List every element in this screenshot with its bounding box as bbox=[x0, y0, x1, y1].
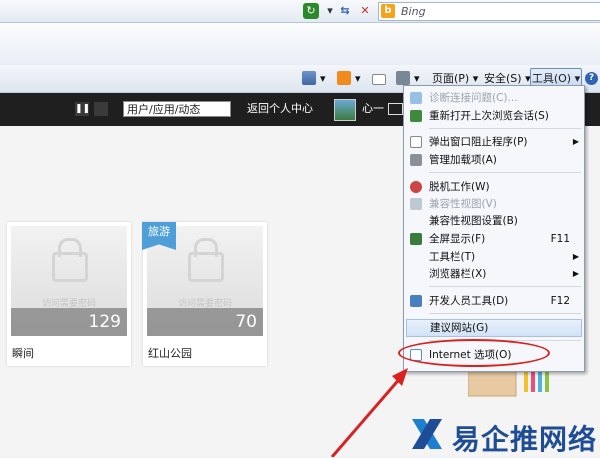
fullscreen-icon bbox=[410, 233, 422, 245]
menu-separator bbox=[429, 128, 581, 129]
dev-tools-icon bbox=[410, 295, 422, 307]
submenu-arrow-icon: ▶ bbox=[572, 269, 579, 278]
submenu-arrow-icon: ▶ bbox=[572, 252, 579, 261]
help-icon[interactable]: ? bbox=[585, 72, 598, 85]
menu-item-label: 开发人员工具(D) bbox=[429, 295, 509, 307]
refresh-icon[interactable]: ⇆ bbox=[337, 3, 353, 19]
bars-icon[interactable] bbox=[94, 102, 108, 116]
home-icon[interactable] bbox=[302, 71, 316, 85]
tab-area bbox=[0, 23, 600, 65]
menu-item-compat-view[interactable]: 兼容性视图(V) bbox=[404, 196, 584, 212]
safety-menu-label: 安全(S) bbox=[484, 72, 522, 85]
menu-item-fullscreen[interactable]: 全屏显示(F) F11 bbox=[404, 231, 584, 247]
submenu-arrow-icon: ▶ bbox=[572, 137, 579, 146]
popup-blocker-icon bbox=[410, 136, 422, 148]
menu-item-label: 建议网站(G) bbox=[430, 322, 489, 334]
menu-item-label: 兼容性视图设置(B) bbox=[429, 215, 518, 227]
album-cover: 访问需要密码 129 bbox=[11, 226, 127, 336]
menu-item-explorer-bars[interactable]: 浏览器栏(X) ▶ bbox=[404, 266, 584, 282]
menu-shortcut: F12 bbox=[550, 295, 570, 307]
menu-item-diagnose[interactable]: 诊断连接问题(C)... bbox=[404, 90, 584, 106]
album-card[interactable]: 访问需要密码 129 瞬间 bbox=[7, 222, 131, 366]
menu-item-toolbars[interactable]: 工具栏(T) ▶ bbox=[404, 249, 584, 265]
pause-icon[interactable]: ❚❚ bbox=[75, 102, 90, 116]
menu-item-label: 诊断连接问题(C)... bbox=[429, 92, 518, 104]
avatar[interactable] bbox=[334, 99, 356, 121]
watermark-text: 易企推网络 bbox=[452, 423, 598, 456]
menu-item-label: 弹出窗口阻止程序(P) bbox=[429, 136, 528, 148]
lock-body-icon bbox=[188, 252, 224, 282]
menu-item-label: 工具栏(T) bbox=[429, 251, 476, 263]
menu-item-suggested-sites[interactable]: 建议网站(G) bbox=[406, 319, 582, 337]
return-personal-center-link[interactable]: 返回个人中心 bbox=[247, 101, 313, 117]
menu-item-label: 脱机工作(W) bbox=[429, 181, 490, 193]
annotation-ring bbox=[398, 339, 550, 367]
menu-item-popup-blocker[interactable]: 弹出窗口阻止程序(P) ▶ bbox=[404, 134, 584, 150]
album-name[interactable]: 红山公园 bbox=[148, 345, 192, 361]
mail-icon[interactable] bbox=[372, 74, 386, 85]
menu-item-compat-view-settings[interactable]: 兼容性视图设置(B) bbox=[404, 213, 584, 229]
stop-icon[interactable]: ✕ bbox=[357, 3, 373, 19]
menu-separator bbox=[429, 286, 581, 287]
diagnose-icon bbox=[410, 92, 422, 104]
compat-view-icon bbox=[410, 198, 422, 210]
compat-view-icon[interactable]: ↻ bbox=[303, 3, 319, 19]
menu-shortcut: F11 bbox=[550, 233, 570, 245]
tools-dropdown-menu: 诊断连接问题(C)... 重新打开上次浏览会话(S) 弹出窗口阻止程序(P) ▶… bbox=[403, 85, 585, 372]
addons-icon bbox=[410, 154, 422, 166]
home-dropdown-icon[interactable]: ▾ bbox=[320, 70, 326, 87]
mail-icon[interactable] bbox=[388, 103, 403, 115]
bing-icon: b bbox=[381, 4, 395, 18]
lock-body-icon bbox=[52, 252, 88, 282]
menu-item-work-offline[interactable]: 脱机工作(W) bbox=[404, 179, 584, 195]
menu-item-label: 浏览器栏(X) bbox=[429, 268, 487, 280]
menu-separator bbox=[429, 313, 581, 314]
album-name[interactable]: 瞬间 bbox=[12, 345, 34, 361]
menu-item-manage-addons[interactable]: 管理加载项(A) bbox=[404, 152, 584, 168]
menu-item-label: 兼容性视图(V) bbox=[429, 198, 497, 210]
search-placeholder: Bing bbox=[401, 5, 426, 18]
menu-separator bbox=[429, 172, 581, 173]
site-search-input[interactable]: 用户/应用/动态 bbox=[123, 101, 231, 117]
menu-item-label: 管理加载项(A) bbox=[429, 154, 497, 166]
search-input[interactable]: b Bing bbox=[378, 2, 600, 21]
address-bar: ↻ ▾ ⇆ ✕ b Bing bbox=[0, 0, 600, 23]
tools-menu-label: 工具(O) bbox=[531, 72, 572, 85]
menu-item-label: 重新打开上次浏览会话(S) bbox=[429, 110, 549, 122]
photo-count: 129 bbox=[88, 312, 121, 332]
print-icon[interactable] bbox=[396, 71, 410, 85]
offline-icon bbox=[410, 181, 422, 193]
menu-item-label: 全屏显示(F) bbox=[429, 233, 486, 245]
page-menu-label: 页面(P) bbox=[432, 72, 470, 85]
watermark-logo-icon bbox=[412, 419, 442, 449]
menu-item-reopen-session[interactable]: 重新打开上次浏览会话(S) bbox=[404, 108, 584, 124]
user-name[interactable]: 心一 bbox=[362, 101, 384, 117]
reopen-session-icon bbox=[410, 110, 422, 122]
menu-item-developer-tools[interactable]: 开发人员工具(D) F12 bbox=[404, 293, 584, 309]
dropdown-arrow-icon[interactable]: ▾ bbox=[322, 3, 338, 19]
rss-dropdown-icon[interactable]: ▾ bbox=[355, 70, 361, 87]
photo-count: 70 bbox=[235, 312, 257, 332]
rss-icon[interactable] bbox=[337, 71, 351, 85]
